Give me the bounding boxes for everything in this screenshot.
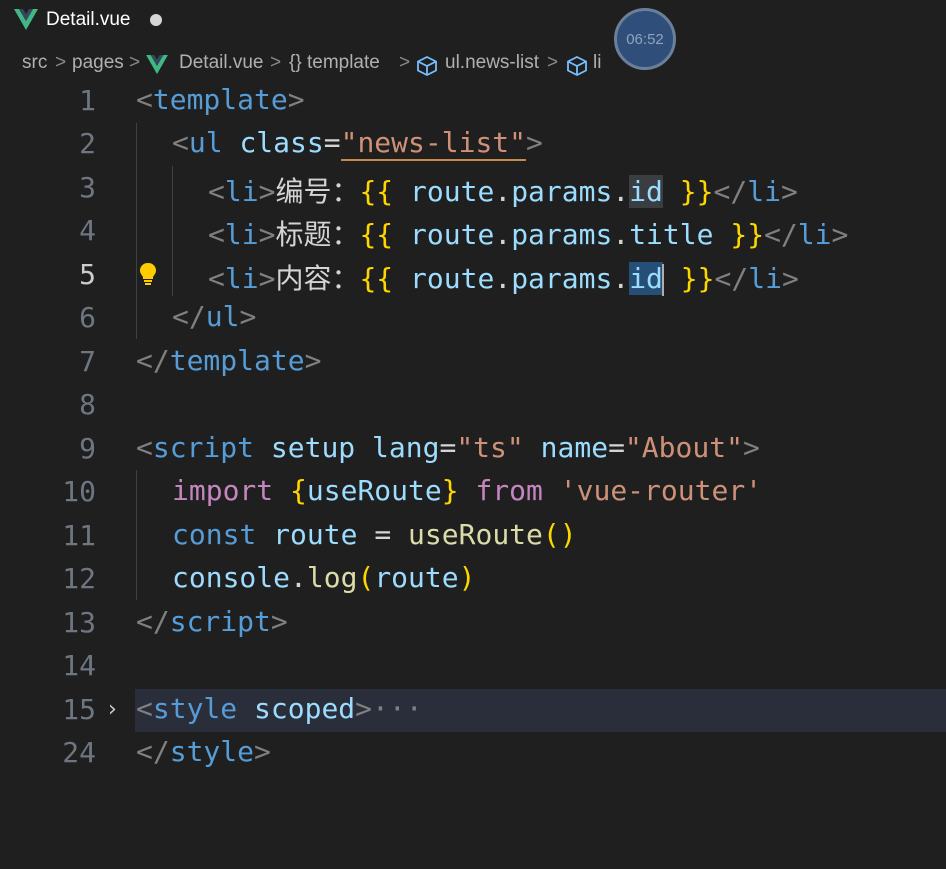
line-number: 11 — [62, 519, 96, 552]
chevron-right-icon: > — [129, 52, 141, 73]
code-line-active: 5 <li>内容：{{ route.params.id }}</li> — [0, 254, 946, 297]
breadcrumb-item-src[interactable]: src — [22, 52, 47, 74]
breadcrumb-item-pages[interactable]: pages — [72, 52, 124, 74]
line-number: 12 — [62, 562, 96, 595]
line-number: 13 — [62, 606, 96, 639]
line-number: 5 — [79, 258, 96, 291]
line-number: 8 — [79, 388, 96, 421]
code-line: 6 </ul> — [0, 297, 946, 340]
code-text: </style> — [136, 735, 271, 768]
line-number: 10 — [62, 475, 96, 508]
code-text: <li>内容：{{ route.params.id }}</li> — [208, 262, 799, 296]
tab-detail-vue[interactable]: Detail.vue — [0, 0, 180, 42]
tab-bar: Detail.vue — [0, 0, 946, 42]
text-cursor — [661, 264, 664, 296]
code-line: 9 <script setup lang="ts" name="About"> — [0, 428, 946, 471]
vue-icon — [14, 9, 38, 30]
line-number: 6 — [79, 301, 96, 334]
code-line: 12 console.log(route) — [0, 558, 946, 601]
line-number: 9 — [79, 432, 96, 465]
code-text: </ul> — [172, 300, 257, 333]
code-text: <style scoped>··· — [136, 692, 423, 725]
code-text: </script> — [136, 605, 288, 638]
code-line: 14 — [0, 645, 946, 688]
code-text: console.log(route) — [172, 561, 476, 594]
chevron-right-icon: > — [270, 52, 282, 73]
breadcrumb-item-template[interactable]: {} template — [289, 52, 380, 74]
line-number: 15 — [62, 693, 96, 726]
code-text: import {useRoute} from 'vue-router' — [172, 474, 763, 507]
code-text: <script setup lang="ts" name="About"> — [136, 431, 760, 464]
code-line: 4 <li>标题：{{ route.params.title }}</li> — [0, 210, 946, 253]
code-editor[interactable]: 1 <template> 2 <ul class="news-list"> 3 … — [0, 80, 946, 869]
chevron-right-icon: > — [547, 52, 559, 73]
code-line: 3 <li>编号：{{ route.params.id }}</li> — [0, 167, 946, 210]
code-line: 24 </style> — [0, 732, 946, 775]
line-number: 24 — [62, 736, 96, 769]
line-number: 3 — [79, 171, 96, 204]
line-number: 1 — [79, 84, 96, 117]
tab-title: Detail.vue — [46, 9, 131, 30]
folded-ellipsis[interactable]: ··· — [372, 692, 423, 725]
breadcrumb-item-li[interactable]: li — [593, 52, 601, 74]
line-number: 14 — [62, 649, 96, 682]
line-number: 7 — [79, 345, 96, 378]
symbol-icon — [417, 55, 437, 77]
breadcrumb-item-detail-vue[interactable]: Detail.vue — [179, 52, 264, 74]
code-line: 2 <ul class="news-list"> — [0, 123, 946, 166]
breadcrumb: src > pages > Detail.vue > {} template >… — [0, 46, 946, 82]
code-line: 8 — [0, 384, 946, 427]
line-number: 4 — [79, 214, 96, 247]
vue-icon — [146, 55, 168, 75]
code-text: <template> — [136, 83, 305, 116]
chevron-right-icon: > — [55, 52, 67, 73]
code-line-folded: 15 › <style scoped>··· — [0, 689, 946, 732]
chevron-right-icon[interactable]: › — [108, 697, 117, 722]
code-text: <li>标题：{{ route.params.title }}</li> — [208, 218, 849, 251]
dirty-dot-icon[interactable] — [150, 14, 162, 26]
chevron-right-icon: > — [399, 52, 411, 73]
code-text: </template> — [136, 344, 322, 377]
lightbulb-icon[interactable] — [138, 262, 158, 286]
code-text: const route = useRoute() — [172, 518, 577, 551]
code-text: <li>编号：{{ route.params.id }}</li> — [208, 175, 798, 208]
timer-badge: 06:52 — [614, 8, 676, 70]
code-line: 7 </template> — [0, 341, 946, 384]
symbol-icon — [567, 55, 587, 77]
breadcrumb-item-news-list[interactable]: ul.news-list — [445, 52, 539, 74]
code-line: 1 <template> — [0, 80, 946, 123]
code-line: 10 import {useRoute} from 'vue-router' — [0, 471, 946, 514]
code-text: <ul class="news-list"> — [172, 126, 543, 161]
line-number: 2 — [79, 127, 96, 160]
code-line: 11 const route = useRoute() — [0, 515, 946, 558]
code-line: 13 </script> — [0, 602, 946, 645]
